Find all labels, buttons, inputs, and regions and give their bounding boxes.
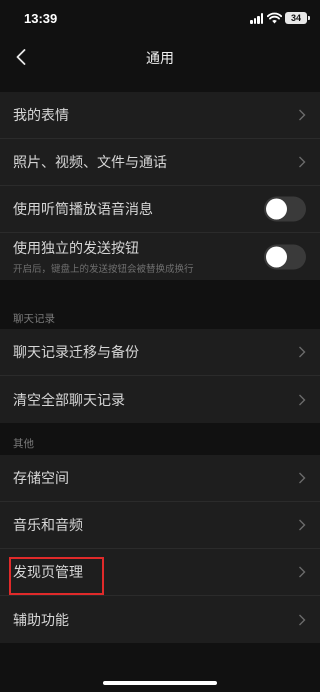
chevron-right-icon (299, 472, 306, 484)
music-and-audio-row[interactable]: 音乐和音频 (0, 502, 320, 549)
row-subtitle: 开启后，键盘上的发送按钮会被替换成换行 (13, 264, 194, 275)
toggle-knob (266, 198, 287, 220)
separate-send-button-row: 使用独立的发送按钮 开启后，键盘上的发送按钮会被替换成换行 (0, 233, 320, 280)
chat-history-group: 聊天记录迁移与备份 清空全部聊天记录 (0, 329, 320, 423)
toggle-knob (266, 246, 287, 267)
row-label: 聊天记录迁移与备份 (13, 345, 139, 361)
chevron-right-icon (299, 394, 306, 405)
storage-space-row[interactable]: 存储空间 (0, 455, 320, 502)
battery-indicator: 34 (285, 12, 310, 24)
clear-all-chat-history-row[interactable]: 清空全部聊天记录 (0, 376, 320, 423)
earpiece-voice-playback-row: 使用听筒播放语音消息 (0, 186, 320, 233)
discover-page-management-row[interactable]: 发现页管理 (0, 549, 320, 596)
section-header-chat-history: 聊天记录 (13, 313, 55, 325)
other-settings-group: 存储空间 音乐和音频 发现页管理 辅助功能 (0, 455, 320, 643)
separate-send-button-toggle[interactable] (264, 244, 306, 269)
chevron-right-icon (299, 519, 306, 531)
chevron-right-icon (299, 566, 306, 578)
row-label: 发现页管理 (13, 565, 83, 581)
status-bar: 13:39 34 (0, 0, 320, 38)
my-stickers-row[interactable]: 我的表情 (0, 92, 320, 139)
navigation-bar: 通用 (0, 38, 320, 76)
earpiece-playback-toggle[interactable] (264, 196, 306, 222)
chevron-right-icon (299, 156, 306, 168)
row-label: 使用独立的发送按钮 (13, 241, 139, 257)
wifi-icon (267, 12, 282, 24)
status-time: 13:39 (24, 11, 58, 26)
page-title: 通用 (146, 51, 174, 67)
row-label: 音乐和音频 (13, 518, 83, 534)
row-label: 我的表情 (13, 108, 69, 124)
section-header-other: 其他 (13, 438, 34, 450)
accessibility-row[interactable]: 辅助功能 (0, 596, 320, 643)
row-label: 辅助功能 (13, 612, 69, 629)
photos-videos-files-calls-row[interactable]: 照片、视频、文件与通话 (0, 139, 320, 186)
row-label: 清空全部聊天记录 (13, 392, 125, 409)
chevron-right-icon (299, 614, 306, 625)
row-label: 存储空间 (13, 471, 69, 487)
general-settings-group: 我的表情 照片、视频、文件与通话 使用听筒播放语音消息 使用独立的发送按钮 开启… (0, 92, 320, 280)
chevron-right-icon (299, 346, 306, 358)
row-label: 照片、视频、文件与通话 (13, 155, 167, 171)
chat-history-migrate-backup-row[interactable]: 聊天记录迁移与备份 (0, 329, 320, 376)
cellular-signal-icon (250, 13, 264, 24)
chevron-right-icon (299, 109, 306, 121)
home-indicator (103, 681, 217, 685)
row-label: 使用听筒播放语音消息 (13, 202, 153, 218)
